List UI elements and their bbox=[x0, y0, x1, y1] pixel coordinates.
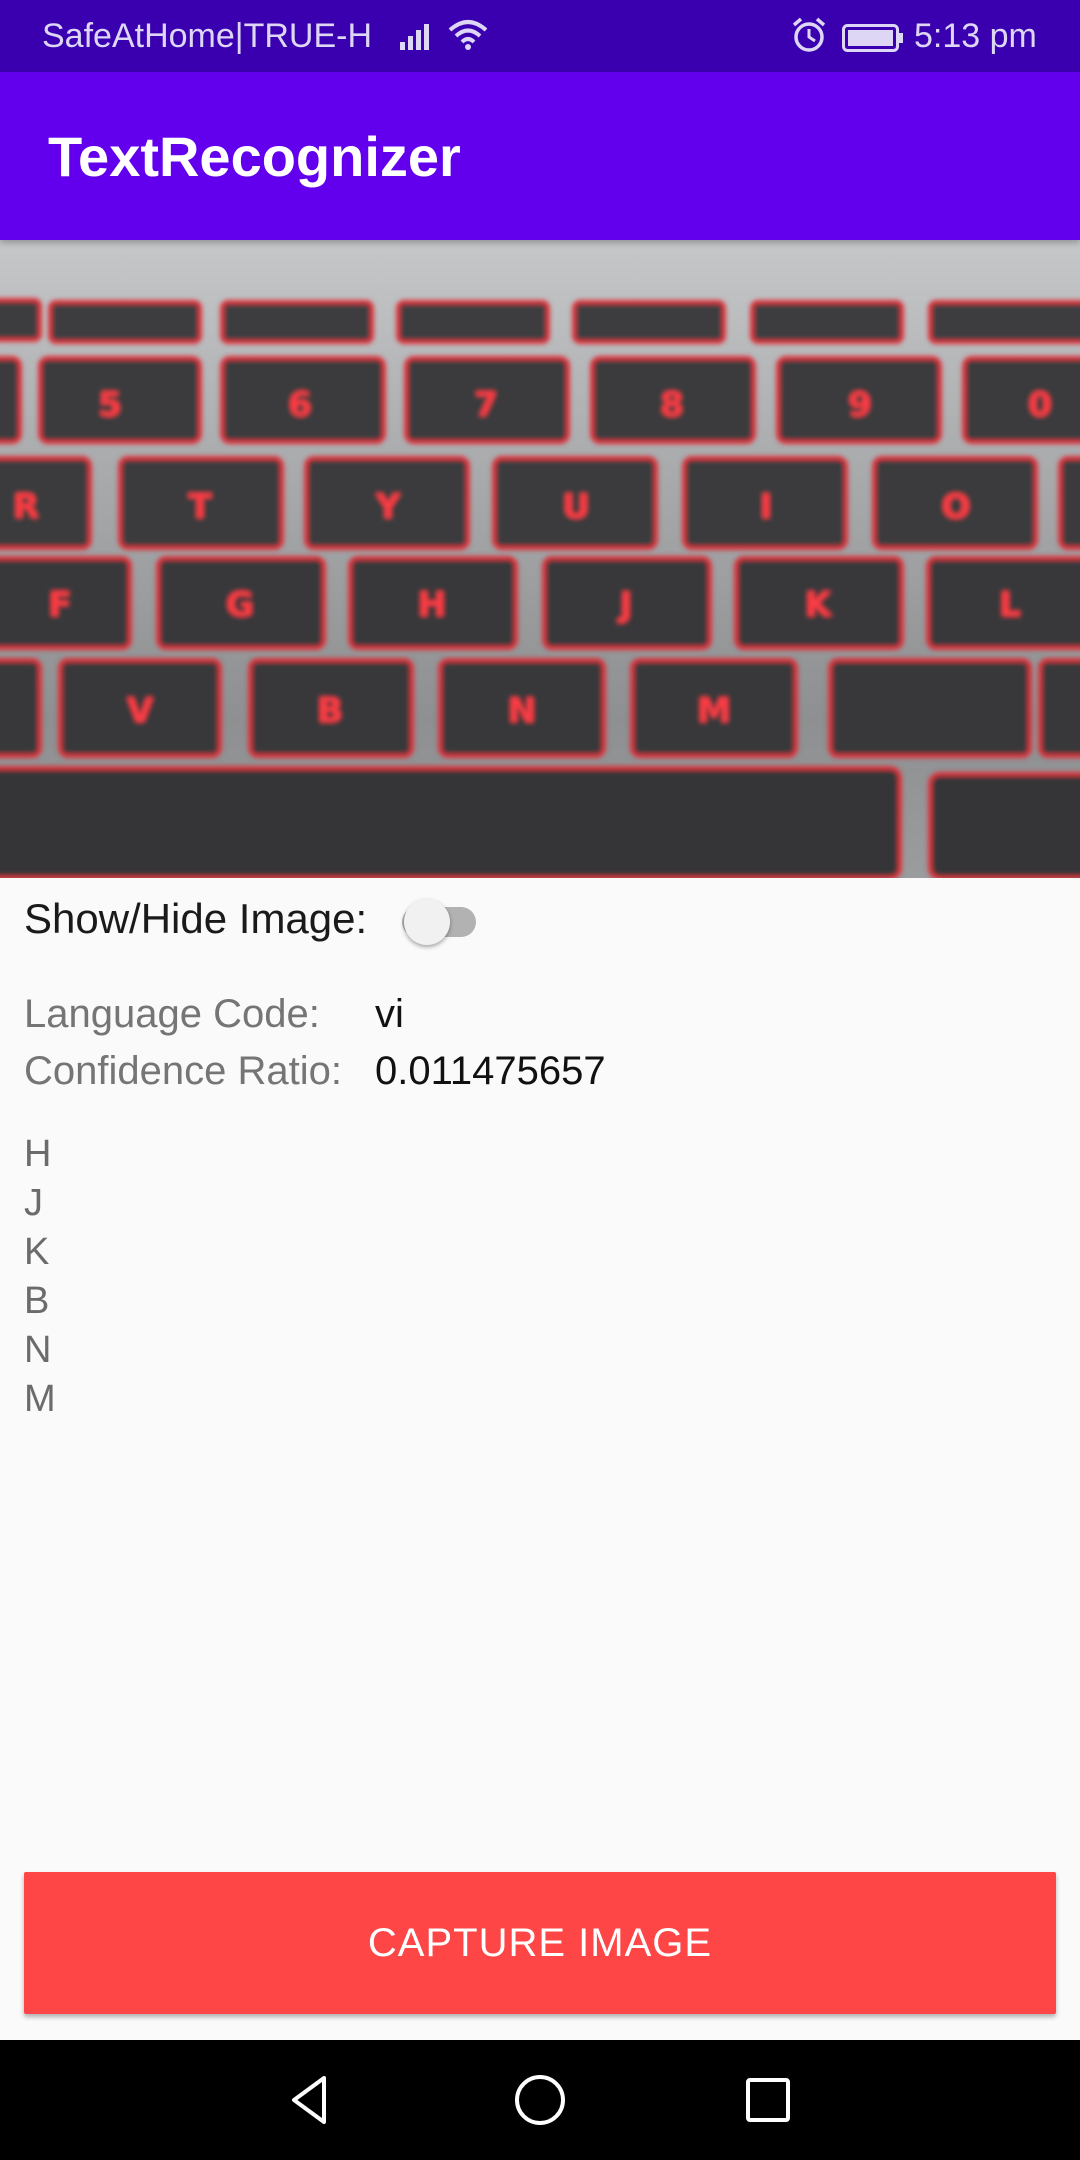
svg-text:T: T bbox=[188, 487, 212, 527]
recognized-line: N bbox=[24, 1329, 52, 1371]
battery-icon bbox=[842, 22, 904, 61]
svg-text:O: O bbox=[942, 487, 971, 527]
recognized-text: H J K B N M bbox=[24, 1130, 56, 1424]
app-bar: TextRecognizer bbox=[0, 72, 1080, 240]
show-hide-switch[interactable] bbox=[378, 893, 478, 949]
svg-text:L: L bbox=[999, 585, 1021, 625]
svg-text:8: 8 bbox=[660, 385, 684, 425]
carrier-name: SafeAtHome|TRUE-H bbox=[42, 17, 373, 55]
switch-thumb bbox=[404, 899, 450, 945]
svg-text:5: 5 bbox=[98, 385, 122, 425]
svg-text:B: B bbox=[317, 691, 343, 731]
svg-text:7: 7 bbox=[474, 385, 498, 425]
capture-image-button[interactable]: CAPTURE IMAGE bbox=[24, 1872, 1056, 2014]
svg-text:G: G bbox=[226, 585, 254, 625]
recognized-line: B bbox=[24, 1280, 50, 1322]
recognized-line: H bbox=[24, 1133, 52, 1175]
svg-text:9: 9 bbox=[848, 385, 872, 425]
captured-image: 5 6 7 8 9 0 T Y U I O F G H J K L V B N bbox=[0, 240, 1080, 878]
recognized-line: M bbox=[24, 1378, 56, 1420]
confidence-ratio-label: Confidence Ratio: bbox=[24, 1049, 342, 1093]
language-code-label: Language Code: bbox=[24, 992, 320, 1036]
home-icon[interactable] bbox=[510, 2070, 570, 2130]
svg-text:Y: Y bbox=[375, 487, 401, 527]
svg-text:U: U bbox=[562, 487, 590, 527]
navigation-bar bbox=[0, 2040, 1080, 2160]
confidence-ratio-value: 0.011475657 bbox=[375, 1049, 606, 1093]
svg-text:N: N bbox=[508, 691, 536, 731]
recents-icon[interactable] bbox=[738, 2070, 798, 2130]
svg-text:I: I bbox=[760, 487, 773, 527]
svg-text:H: H bbox=[418, 585, 446, 625]
svg-text:K: K bbox=[805, 585, 833, 625]
svg-text:F: F bbox=[48, 585, 71, 625]
alarm-icon bbox=[790, 16, 828, 63]
svg-text:J: J bbox=[618, 585, 633, 625]
svg-text:R: R bbox=[13, 487, 39, 527]
recognized-line: K bbox=[24, 1231, 50, 1273]
clock-time: 5:13 pm bbox=[914, 17, 1037, 55]
recognized-line: J bbox=[24, 1182, 43, 1224]
status-bar: SafeAtHome|TRUE-H 5:13 pm bbox=[0, 0, 1080, 72]
svg-text:0: 0 bbox=[1028, 385, 1052, 425]
show-hide-label: Show/Hide Image: bbox=[24, 895, 368, 942]
signal-icon bbox=[400, 18, 436, 61]
svg-text:V: V bbox=[127, 691, 154, 731]
svg-text:6: 6 bbox=[288, 385, 312, 425]
svg-text:M: M bbox=[697, 691, 731, 731]
app-title: TextRecognizer bbox=[48, 125, 461, 188]
wifi-icon bbox=[446, 16, 490, 63]
language-code-value: vi bbox=[375, 992, 404, 1036]
back-icon[interactable] bbox=[280, 2070, 340, 2130]
